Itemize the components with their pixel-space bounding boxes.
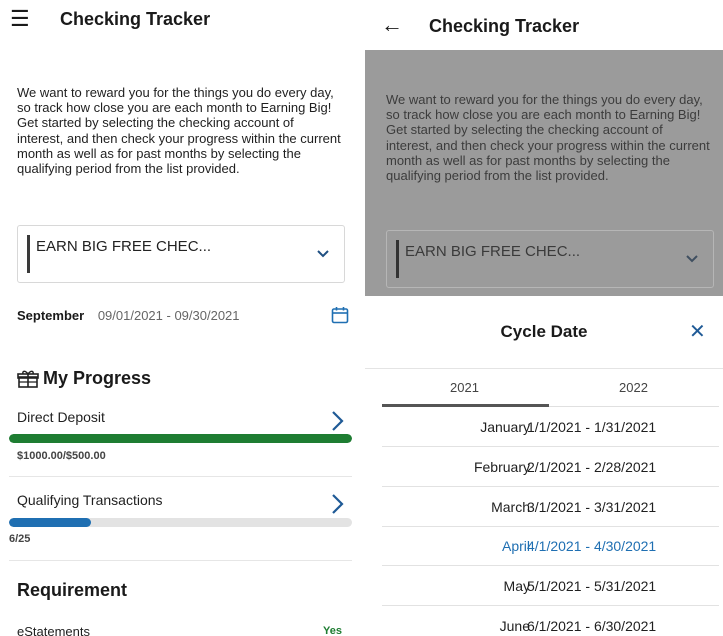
checking-tracker-screen: ☰ Checking Tracker We want to reward you…: [0, 0, 362, 636]
account-select-value: EARN BIG FREE CHEC...: [405, 243, 581, 260]
progress-label: Direct Deposit: [17, 409, 105, 425]
month-name: January: [480, 419, 530, 435]
progress-bar: [9, 518, 352, 527]
progress-bar: [9, 434, 352, 443]
progress-label: Qualifying Transactions: [17, 492, 163, 508]
requirement-status: Yes: [323, 625, 342, 636]
my-progress-heading: My Progress: [17, 368, 151, 389]
month-date-range: 4/1/2021 - 4/30/2021: [527, 538, 657, 555]
close-icon[interactable]: ✕: [689, 322, 706, 342]
account-select[interactable]: EARN BIG FREE CHEC...: [17, 225, 345, 283]
divider: [9, 476, 352, 477]
divider: [9, 560, 352, 561]
month-row-june[interactable]: June 6/1/2021 - 6/30/2021: [382, 606, 719, 636]
page-title: Checking Tracker: [60, 9, 211, 29]
month-row-may[interactable]: May 5/1/2021 - 5/31/2021: [382, 566, 719, 607]
month-date-range: 2/1/2021 - 2/28/2021: [527, 458, 657, 475]
account-select: EARN BIG FREE CHEC...: [386, 230, 714, 288]
gift-icon: [17, 370, 39, 388]
my-progress-title: My Progress: [43, 368, 152, 388]
month-date-range: 1/1/2021 - 1/31/2021: [527, 419, 657, 435]
requirement-heading: Requirement: [17, 580, 128, 600]
requirement-label: eStatements: [17, 624, 90, 636]
month-row-march[interactable]: March 3/1/2021 - 3/31/2021: [382, 487, 719, 527]
chevron-right-icon[interactable]: [330, 493, 344, 515]
chevron-down-icon: [686, 255, 698, 263]
select-accent-bar: [27, 235, 30, 273]
back-arrow-icon[interactable]: ←: [381, 14, 403, 36]
divider: [365, 368, 723, 369]
calendar-icon[interactable]: [331, 306, 349, 324]
progress-bar-fill: [9, 434, 352, 443]
chevron-right-icon[interactable]: [330, 410, 344, 432]
month-date-range: 3/1/2021 - 3/31/2021: [527, 498, 657, 515]
page-title: Checking Tracker: [429, 16, 580, 36]
app-header: ☰ Checking Tracker: [0, 0, 362, 40]
hamburger-menu-icon[interactable]: ☰: [10, 8, 30, 30]
intro-text: We want to reward you for the things you…: [17, 85, 341, 177]
progress-value: 6/25: [9, 533, 31, 545]
tab-2021[interactable]: 2021: [450, 380, 479, 395]
select-accent-bar: [396, 240, 399, 278]
cycle-date-sheet: Cycle Date ✕ 2021 2022 January 1/1/2021 -…: [365, 296, 723, 636]
progress-value: $1000.00/$500.00: [17, 450, 106, 462]
account-select-value: EARN BIG FREE CHEC...: [36, 238, 212, 255]
month-date-range: 5/1/2021 - 5/31/2021: [527, 578, 657, 595]
tab-2022[interactable]: 2022: [619, 380, 648, 395]
intro-text: We want to reward you for the things you…: [386, 92, 710, 184]
app-header: ← Checking Tracker: [365, 0, 723, 48]
qualifying-period: September 09/01/2021 - 09/30/2021: [17, 308, 240, 323]
month-name: June: [499, 618, 530, 634]
period-month: September: [17, 308, 85, 323]
month-date-range: 6/1/2021 - 6/30/2021: [527, 618, 657, 634]
progress-bar-fill: [9, 518, 92, 527]
sheet-title: Cycle Date: [500, 322, 588, 341]
period-range: 09/01/2021 - 09/30/2021: [97, 308, 240, 323]
month-row-january[interactable]: January 1/1/2021 - 1/31/2021: [382, 407, 719, 447]
chevron-down-icon: [317, 250, 329, 258]
month-name: April: [501, 538, 530, 555]
month-row-february[interactable]: February 2/1/2021 - 2/28/2021: [382, 447, 719, 487]
month-name: February: [473, 458, 530, 475]
month-row-april[interactable]: April 4/1/2021 - 4/30/2021: [382, 526, 719, 567]
month-name: March: [491, 498, 530, 515]
checking-tracker-cycle-date-screen: ← Checking Tracker We want to reward you…: [365, 0, 723, 636]
